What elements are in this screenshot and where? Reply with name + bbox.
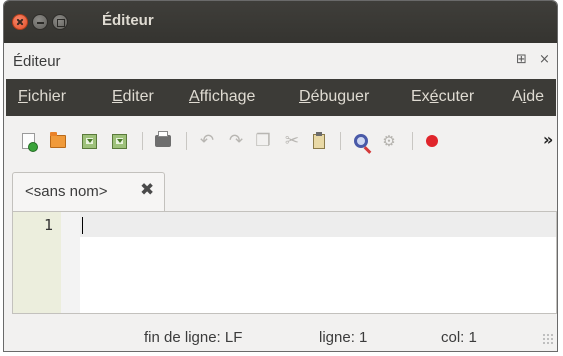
tab-label: <sans nom>: [25, 183, 108, 200]
menu-bar: Fichier Editer Affichage Débuguer Exécut…: [6, 79, 556, 116]
save-icon[interactable]: [80, 132, 98, 150]
menu-debuguer[interactable]: Débuguer: [299, 88, 369, 106]
tab-strip: <sans nom> ✖: [4, 166, 557, 212]
new-file-icon[interactable]: [19, 132, 38, 152]
resize-grip-icon[interactable]: [542, 333, 554, 345]
status-bar: fin de ligne: LF ligne: 1 col: 1: [4, 320, 557, 351]
close-panel-icon[interactable]: ×: [539, 52, 550, 67]
code-editor[interactable]: 1: [12, 211, 557, 314]
fold-margin[interactable]: [61, 212, 80, 313]
minimize-window-button[interactable]: [32, 14, 48, 30]
tab-sans-nom[interactable]: <sans nom> ✖: [12, 172, 165, 212]
toolbar: ↶ ↷ ❐ ✂ ⚙ »: [4, 116, 557, 166]
open-folder-icon[interactable]: [49, 131, 67, 150]
editor-window: Éditeur Éditeur ⊞ × Fichier Editer Affic…: [3, 0, 558, 352]
status-column: col: 1: [441, 329, 477, 346]
text-caret: [82, 217, 83, 234]
menu-aide[interactable]: Aide: [512, 88, 544, 106]
undo-icon[interactable]: ↶: [198, 132, 216, 150]
status-line-ending: fin de ligne: LF: [144, 329, 243, 346]
copy-icon[interactable]: ❐: [254, 132, 272, 150]
close-window-button[interactable]: [12, 14, 28, 30]
toolbar-separator: [186, 132, 187, 150]
panel-title: Éditeur: [13, 53, 61, 70]
cut-icon[interactable]: ✂: [283, 132, 301, 150]
toolbar-separator: [412, 132, 413, 150]
status-line: ligne: 1: [319, 329, 368, 346]
print-icon[interactable]: [154, 131, 172, 150]
save-as-icon[interactable]: [110, 132, 128, 150]
close-tab-icon[interactable]: ✖: [140, 180, 154, 200]
menu-editer[interactable]: Editer: [112, 88, 154, 106]
title-bar[interactable]: Éditeur: [4, 1, 557, 43]
toolbar-separator: [340, 132, 341, 150]
redo-icon[interactable]: ↷: [227, 132, 245, 150]
menu-affichage[interactable]: Affichage: [189, 88, 255, 106]
line-number: 1: [43, 216, 53, 234]
line-number-gutter: 1: [13, 212, 61, 313]
detach-panel-icon[interactable]: ⊞: [516, 52, 527, 67]
paste-icon[interactable]: [310, 131, 328, 150]
panel-header: Éditeur ⊞ ×: [4, 43, 557, 79]
record-icon[interactable]: [423, 132, 441, 150]
menu-executer[interactable]: Exécuter: [411, 88, 474, 106]
toolbar-separator: [142, 132, 143, 150]
find-icon[interactable]: [352, 132, 370, 150]
run-settings-icon[interactable]: ⚙: [380, 132, 398, 150]
maximize-window-button[interactable]: [52, 14, 68, 30]
window-title: Éditeur: [102, 12, 154, 29]
menu-fichier[interactable]: Fichier: [18, 88, 66, 106]
toolbar-overflow-icon[interactable]: »: [543, 130, 553, 149]
current-line-highlight: [80, 212, 556, 237]
